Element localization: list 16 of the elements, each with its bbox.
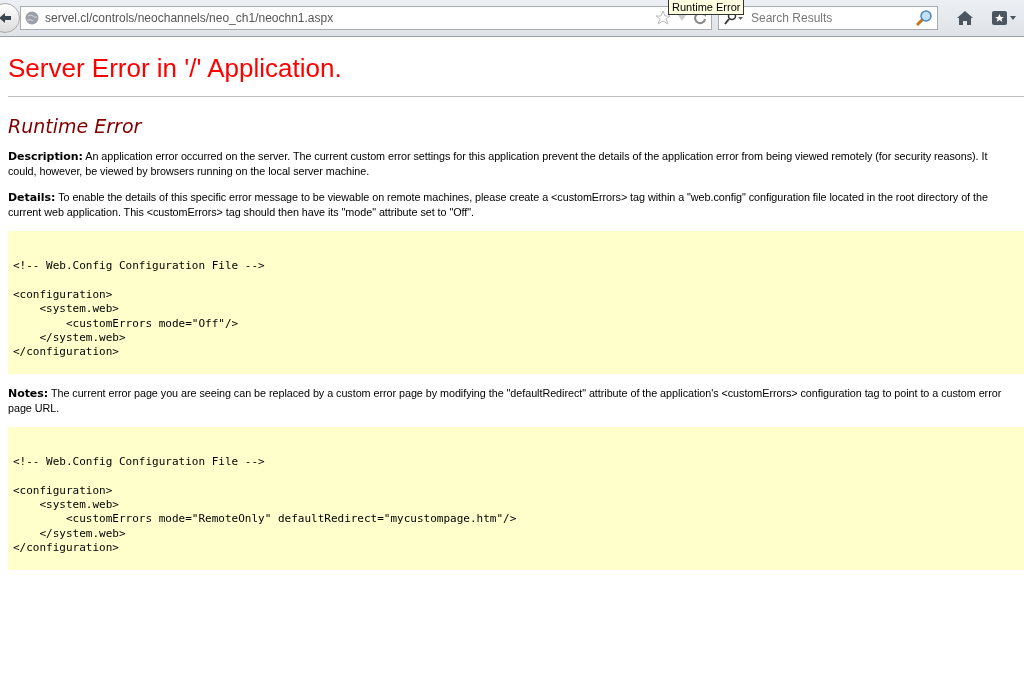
home-icon[interactable] — [956, 10, 974, 26]
bookmarks-icon[interactable] — [992, 10, 1016, 26]
back-arrow-icon — [0, 12, 12, 24]
page-title: Server Error in '/' Application. — [8, 53, 343, 84]
tooltip: Runtime Error — [668, 0, 745, 15]
code-block: <!-- Web.Config Configuration File --> <configuration> <system.web> <customErrors mode="Off"/> </system.web> </configuration> — [8, 231, 1024, 374]
url-text: servel.cl/controls/neochannels/neo_ch1/neochn1.aspx — [45, 11, 335, 25]
paragraph: Notes: The current error page you are seeing can be replaced by a custom error page by modifying the "defaultRedirect" attribute of the application's <customErrors> configuration tag to point to a custom error page URL. — [8, 385, 1003, 415]
code-block: <!-- Web.Config Configuration File --> <configuration> <system.web> <customErrors mode="RemoteOnly" defaultRedirect="mycustompage.htm"/> </system.web> </configuration> — [8, 426, 1024, 570]
search-input[interactable]: Search Results — [749, 10, 911, 26]
globe-icon — [25, 11, 39, 25]
paragraph: Description: An application error occurred on the server. The current custom error settings for this application prevent the details of the application error from being viewed remotely (for security reasons). It could, however, be viewed by browsers running on the local server machine. — [8, 149, 989, 178]
paragraph: Details: To enable the details of this specific error message to be viewable on remote machines, please create a <customErrors> tag within a "web.config" configuration file located in the root directory of the current web application. This <customErrors> tag should then have its "mode" attribute set to "Off". — [8, 190, 989, 219]
error-heading: Runtime Error — [8, 115, 144, 137]
search-icon[interactable] — [915, 9, 933, 27]
star-icon[interactable] — [655, 10, 671, 26]
